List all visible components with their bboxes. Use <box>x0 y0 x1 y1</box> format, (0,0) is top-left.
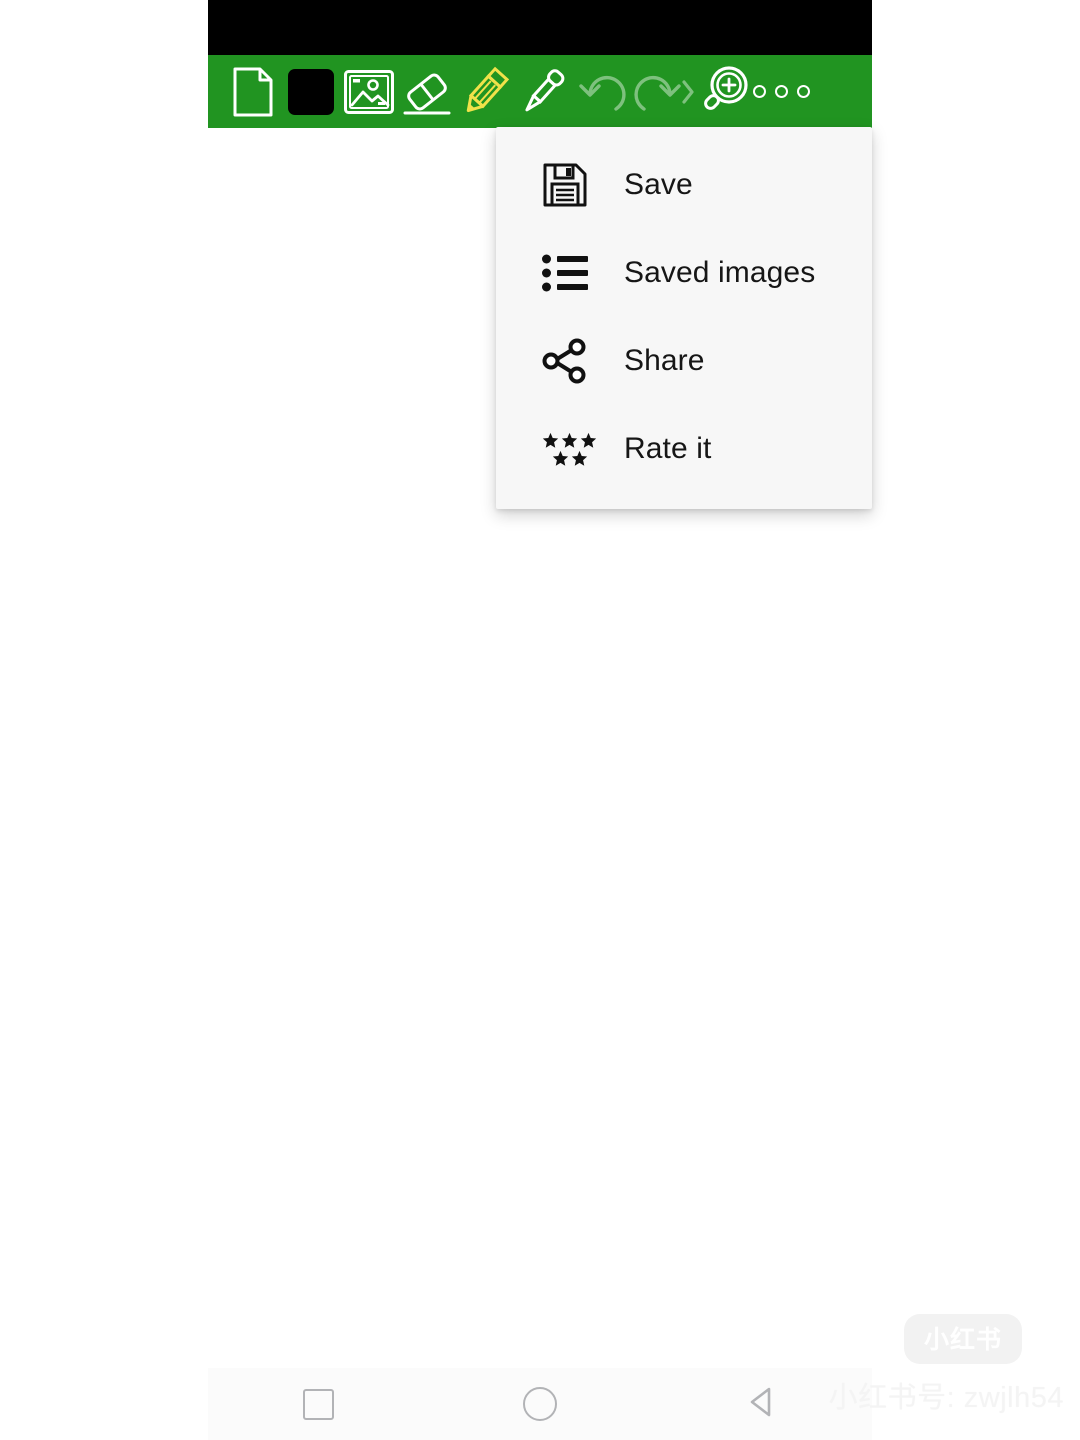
color-swatch-button[interactable] <box>282 61 340 123</box>
undo-icon <box>576 68 626 116</box>
menu-item-label: Saved images <box>624 256 816 289</box>
back-triangle-icon <box>747 1386 775 1423</box>
menu-item-label: Share <box>624 344 705 377</box>
color-swatch <box>288 68 334 115</box>
menu-item-label: Save <box>624 168 693 201</box>
nav-back-button[interactable] <box>701 1368 821 1440</box>
eraser-icon <box>400 65 454 119</box>
image-icon <box>343 69 395 115</box>
menu-item-saved-images[interactable]: Saved images <box>496 229 872 317</box>
new-page-icon <box>232 66 274 118</box>
android-nav-bar <box>208 1368 872 1440</box>
share-icon <box>542 338 598 384</box>
dropper-icon <box>516 64 570 120</box>
overflow-icon <box>752 85 810 98</box>
chevron-right-icon <box>680 79 696 105</box>
menu-item-label: Rate it <box>624 432 712 465</box>
menu-item-save[interactable]: Save <box>496 141 872 229</box>
undo-button[interactable] <box>572 61 630 123</box>
zoom-in-icon <box>697 65 749 119</box>
floppy-disk-icon <box>542 162 598 208</box>
home-circle-icon <box>522 1387 557 1421</box>
watermark-badge: 小红书 <box>903 1314 1022 1364</box>
stars-icon <box>542 432 598 467</box>
editor-toolbar <box>208 55 872 128</box>
status-bar <box>208 0 872 55</box>
redo-icon <box>634 68 684 116</box>
pencil-button[interactable] <box>456 61 514 123</box>
zoom-in-button[interactable] <box>694 61 752 123</box>
eraser-button[interactable] <box>398 61 456 123</box>
nav-home-button[interactable] <box>480 1368 600 1440</box>
color-picker-button[interactable] <box>514 61 572 123</box>
pencil-icon <box>458 64 512 120</box>
image-button[interactable] <box>340 61 398 123</box>
list-icon <box>542 254 598 292</box>
nav-recents-button[interactable] <box>259 1368 379 1440</box>
recents-square-icon <box>303 1388 335 1420</box>
overflow-menu: Save Saved images Share Rate it <box>496 127 872 509</box>
new-page-button[interactable] <box>224 61 282 123</box>
menu-item-share[interactable]: Share <box>496 317 872 405</box>
menu-item-rate-it[interactable]: Rate it <box>496 405 872 493</box>
more-options-button[interactable] <box>752 61 810 123</box>
